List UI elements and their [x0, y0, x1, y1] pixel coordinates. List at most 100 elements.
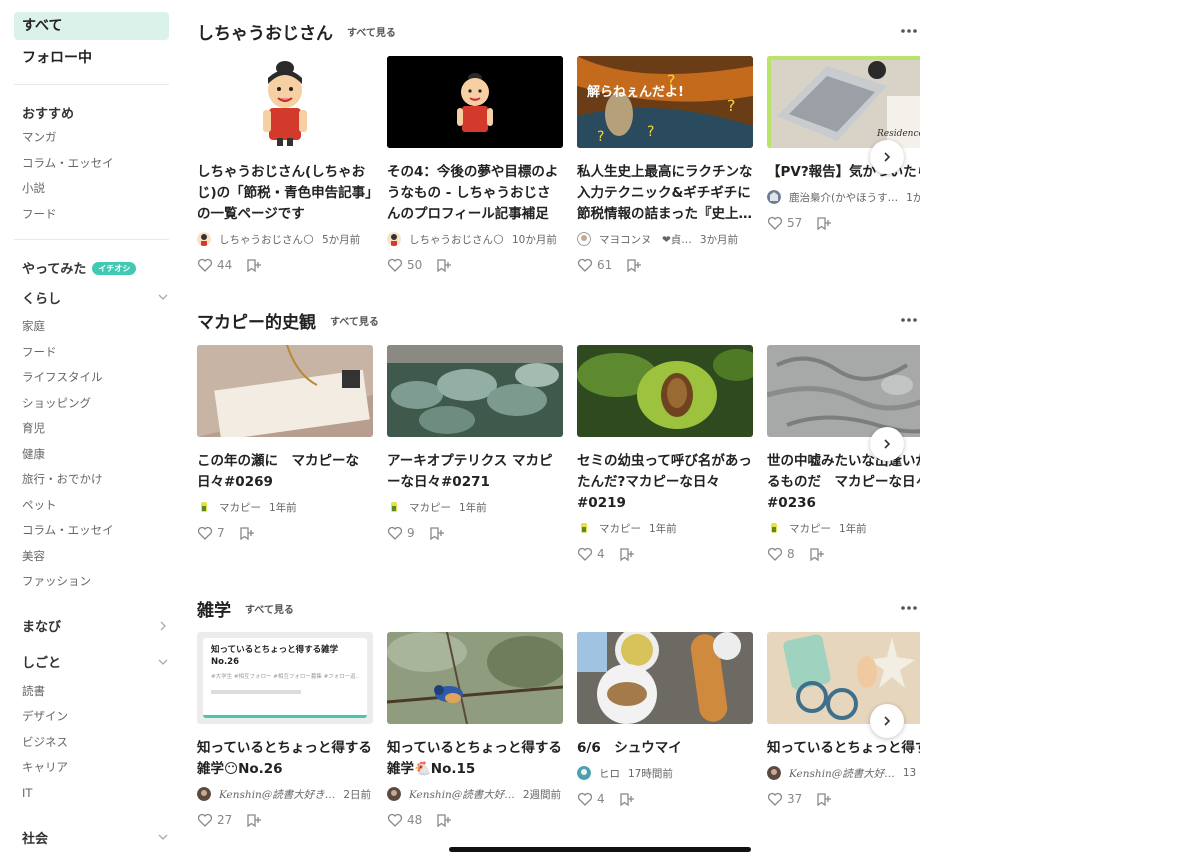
article-card[interactable]: その4：今後の夢や目標のようなもの - しちゃうおじさんのプロフィール記事補足 … — [387, 56, 563, 273]
sidebar-item-it[interactable]: IT — [14, 781, 169, 807]
author-avatar[interactable] — [767, 190, 781, 204]
heart-icon[interactable] — [577, 546, 593, 562]
article-thumbnail[interactable]: 知っているとちょっと得する雑学No.26 #大学生 #相互フォロー #相互フォロ… — [197, 632, 373, 724]
article-title[interactable]: この年の瀬に マカピーな日々#0269 — [197, 451, 373, 493]
author-name[interactable]: マカピー — [789, 521, 831, 536]
see-all-link[interactable]: すべて見る — [347, 24, 396, 39]
sidebar-item-travel[interactable]: 旅行・おでかけ — [14, 467, 169, 493]
author-avatar[interactable] — [577, 232, 591, 246]
article-title[interactable]: セミの幼虫って呼び名があったんだ?マカピーな日々#0219 — [577, 451, 753, 514]
sidebar-item-all[interactable]: すべて — [14, 12, 169, 40]
sidebar-item-food[interactable]: フード — [14, 202, 169, 228]
article-card[interactable]: この年の瀬に マカピーな日々#0269 マカピー 1年前 7 — [197, 345, 373, 562]
sidebar-item-novel[interactable]: 小説 — [14, 176, 169, 202]
article-title[interactable]: その4：今後の夢や目標のようなもの - しちゃうおじさんのプロフィール記事補足 — [387, 162, 563, 225]
sidebar-item-tried[interactable]: やってみた イチオシ — [14, 254, 169, 280]
author-name[interactable]: マカピー — [409, 500, 451, 515]
heart-icon[interactable] — [197, 812, 213, 828]
add-to-magazine-icon[interactable] — [429, 525, 445, 541]
author-avatar[interactable] — [197, 787, 211, 801]
article-title[interactable]: 世の中嘘みたいな出逢いがあるものだ マカピーな日々#0236 — [767, 451, 920, 514]
article-card[interactable]: セミの幼虫って呼び名があったんだ?マカピーな日々#0219 マカピー 1年前 4 — [577, 345, 753, 562]
add-to-magazine-icon[interactable] — [816, 215, 832, 231]
article-title[interactable]: 6/6 シュウマイ — [577, 738, 753, 759]
article-thumbnail[interactable]: 解らねぇんだよ! ? ? ? ? — [577, 56, 753, 148]
author-name[interactable]: マカピー — [599, 521, 641, 536]
article-thumbnail[interactable] — [577, 632, 753, 724]
article-title[interactable]: 知っているとちょっと得する雑学🐔No.15 — [387, 738, 563, 780]
author-avatar[interactable] — [387, 787, 401, 801]
section-title[interactable]: マカピー的史観 — [197, 308, 316, 333]
heart-icon[interactable] — [197, 525, 213, 541]
article-thumbnail[interactable] — [387, 632, 563, 724]
article-card[interactable]: しちゃうおじさん(しちゃおじ)の「節税・青色申告記事」の一覧ページです しちゃう… — [197, 56, 373, 273]
article-card[interactable]: 知っているとちょっと得する雑学🐔No.15 Kenshin@読書大好… 2週間前… — [387, 632, 563, 828]
add-to-magazine-icon[interactable] — [809, 546, 825, 562]
sidebar-item-beauty[interactable]: 美容 — [14, 544, 169, 570]
sidebar-group-manabi[interactable]: まなび — [14, 613, 169, 639]
article-thumbnail[interactable] — [577, 345, 753, 437]
article-thumbnail[interactable] — [387, 56, 563, 148]
article-card[interactable]: アーキオプテリクス マカピーな日々#0271 マカピー 1年前 9 — [387, 345, 563, 562]
author-name[interactable]: しちゃうおじさん🌕 — [409, 232, 504, 247]
add-to-magazine-icon[interactable] — [816, 791, 832, 807]
more-options-icon[interactable] — [900, 311, 918, 329]
sidebar-item-following[interactable]: フォロー中 — [14, 44, 169, 72]
sidebar-item-health[interactable]: 健康 — [14, 442, 169, 468]
add-to-magazine-icon[interactable] — [436, 257, 452, 273]
carousel-next-button[interactable] — [870, 704, 904, 738]
heart-icon[interactable] — [387, 812, 403, 828]
heart-icon[interactable] — [767, 215, 783, 231]
author-avatar[interactable] — [387, 500, 401, 514]
author-name[interactable]: Kenshin@読書大好き… — [219, 787, 335, 802]
add-to-magazine-icon[interactable] — [239, 525, 255, 541]
author-avatar[interactable] — [577, 766, 591, 780]
sidebar-item-business[interactable]: ビジネス — [14, 730, 169, 756]
author-name[interactable]: マカピー — [219, 500, 261, 515]
heart-icon[interactable] — [197, 257, 213, 273]
author-name[interactable]: マヨコンヌ ❤貞… — [599, 232, 692, 247]
sidebar-item-career[interactable]: キャリア — [14, 755, 169, 781]
heart-icon[interactable] — [577, 791, 593, 807]
add-to-magazine-icon[interactable] — [436, 812, 452, 828]
see-all-link[interactable]: すべて見る — [245, 601, 294, 616]
author-avatar[interactable] — [767, 766, 781, 780]
sidebar-item-lifestyle[interactable]: ライフスタイル — [14, 365, 169, 391]
author-avatar[interactable] — [197, 232, 211, 246]
article-title[interactable]: 知っているとちょっと得する雑学😶No.26 — [197, 738, 373, 780]
author-avatar[interactable] — [387, 232, 401, 246]
heart-icon[interactable] — [767, 791, 783, 807]
author-avatar[interactable] — [767, 521, 781, 535]
author-name[interactable]: 鹿治梟介(かやほうす… — [789, 190, 898, 205]
carousel-next-button[interactable] — [870, 427, 904, 461]
author-name[interactable]: しちゃうおじさん🌕 — [219, 232, 314, 247]
article-title[interactable]: 私人生史上最高にラクチンな入力テクニック&ギチギチに節税情報の詰まった『史上… — [577, 162, 753, 225]
article-title[interactable]: アーキオプテリクス マカピーな日々#0271 — [387, 451, 563, 493]
article-card[interactable]: 知っているとちょっと得する雑学No.26 #大学生 #相互フォロー #相互フォロ… — [197, 632, 373, 828]
sidebar-item-reading[interactable]: 読書 — [14, 679, 169, 705]
sidebar-item-parenting[interactable]: 育児 — [14, 416, 169, 442]
article-title[interactable]: しちゃうおじさん(しちゃおじ)の「節税・青色申告記事」の一覧ページです — [197, 162, 373, 225]
more-options-icon[interactable] — [900, 22, 918, 40]
sidebar-item-design[interactable]: デザイン — [14, 704, 169, 730]
add-to-magazine-icon[interactable] — [246, 257, 262, 273]
author-name[interactable]: ヒロ — [599, 766, 620, 781]
sidebar-item-shopping[interactable]: ショッピング — [14, 391, 169, 417]
heart-icon[interactable] — [387, 257, 403, 273]
article-thumbnail[interactable] — [387, 345, 563, 437]
add-to-magazine-icon[interactable] — [619, 546, 635, 562]
see-all-link[interactable]: すべて見る — [330, 313, 379, 328]
author-avatar[interactable] — [197, 500, 211, 514]
sidebar-item-food[interactable]: フード — [14, 340, 169, 366]
heart-icon[interactable] — [387, 525, 403, 541]
sidebar-group-shigoto[interactable]: しごと — [14, 649, 169, 675]
sidebar-item-manga[interactable]: マンガ — [14, 125, 169, 151]
more-options-icon[interactable] — [900, 599, 918, 617]
article-title[interactable]: 知っているとちょっと得する雑学💐No.18 — [767, 738, 920, 759]
section-title[interactable]: しちゃうおじさん — [197, 19, 333, 44]
article-thumbnail[interactable] — [767, 345, 920, 437]
sidebar-group-kurashi[interactable]: くらし — [14, 284, 169, 310]
author-name[interactable]: Kenshin@読書大好… — [409, 787, 515, 802]
heart-icon[interactable] — [767, 546, 783, 562]
article-thumbnail[interactable]: Residence pu — [767, 56, 920, 148]
